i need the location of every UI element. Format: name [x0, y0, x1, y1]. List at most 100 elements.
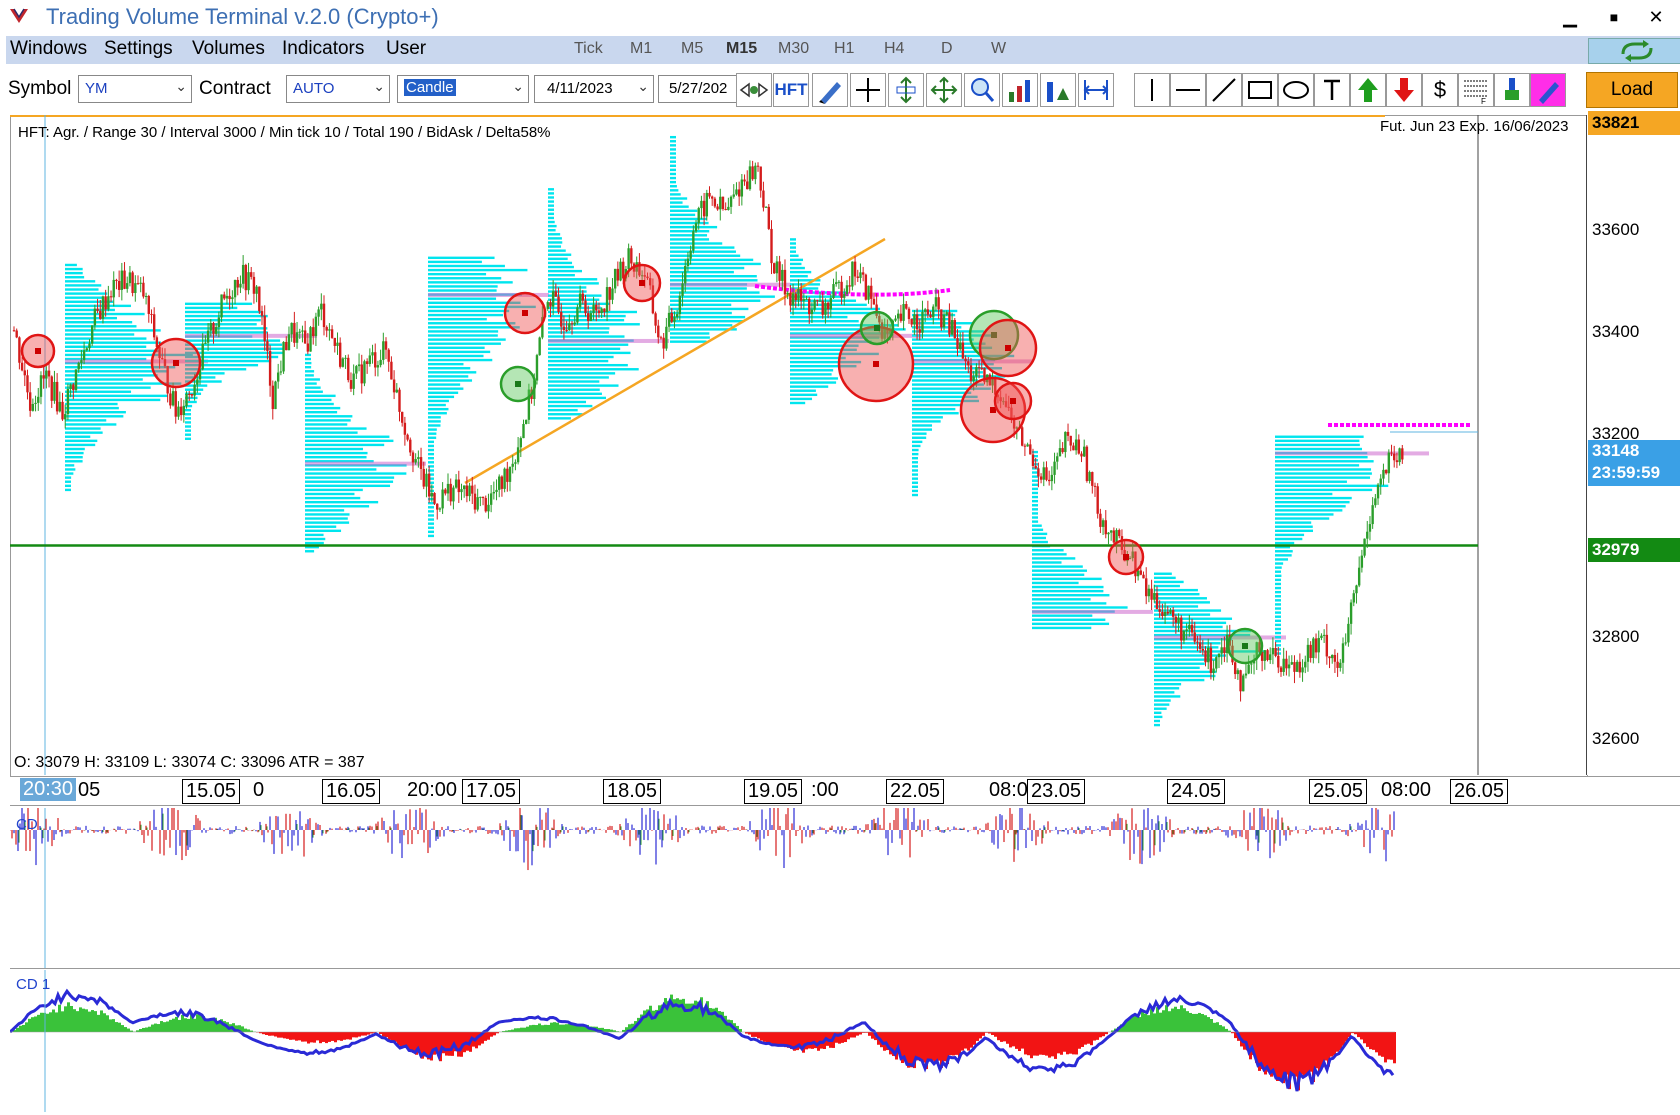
- symbol-select[interactable]: YM ⌄: [78, 75, 192, 103]
- profile-bar: [1275, 480, 1347, 483]
- candle-body: [851, 261, 854, 287]
- candle-body: [365, 361, 369, 364]
- profile-bar: [428, 281, 513, 284]
- candle-body: [446, 483, 450, 494]
- candle-body: [959, 342, 962, 350]
- timeframe-h1[interactable]: H1: [834, 40, 854, 58]
- move-button[interactable]: [926, 73, 962, 107]
- vertical-fit-button[interactable]: [888, 73, 924, 107]
- profile-bar: [1154, 695, 1181, 698]
- ellipse-button[interactable]: [1278, 73, 1314, 107]
- price-tick: 32800: [1592, 627, 1640, 646]
- candle-body: [379, 359, 382, 366]
- highlighter-button[interactable]: [1530, 73, 1566, 107]
- cd1-bar: [1144, 1013, 1147, 1032]
- timeframe-h4[interactable]: H4: [884, 40, 904, 58]
- fibonacci-button[interactable]: F: [1458, 73, 1494, 107]
- arrow-up-button[interactable]: [1350, 73, 1386, 107]
- price-chart-canvas[interactable]: [10, 115, 1586, 775]
- timeframe-d[interactable]: D: [941, 40, 953, 58]
- maximize-button[interactable]: ■: [1594, 4, 1634, 30]
- zoom-button[interactable]: [964, 73, 1000, 107]
- bar-profile-button[interactable]: [1002, 73, 1038, 107]
- profile-bar: [428, 534, 434, 538]
- cd1-panel-label: CD 1: [16, 976, 51, 993]
- profile-bar: [1154, 597, 1207, 600]
- candle-body: [64, 414, 67, 420]
- range-button[interactable]: [1078, 73, 1114, 107]
- poc-bar: [305, 461, 426, 466]
- brush-button[interactable]: [1494, 73, 1530, 107]
- menu-settings[interactable]: Settings: [104, 38, 173, 60]
- candle-body: [309, 327, 312, 352]
- candle-body: [169, 393, 172, 406]
- contract-select[interactable]: AUTO ⌄: [286, 75, 390, 103]
- candle-body: [1220, 647, 1223, 654]
- profile-bar: [790, 397, 813, 401]
- timeframe-w[interactable]: W: [991, 40, 1006, 58]
- cd1-bar: [52, 1009, 55, 1032]
- chart-type-select[interactable]: Candle ⌄: [397, 75, 529, 103]
- hft-button[interactable]: HFT: [773, 73, 809, 107]
- profile-bar: [65, 296, 103, 299]
- date-to-picker[interactable]: 5/27/202: [658, 75, 740, 103]
- profile-bar: [912, 424, 933, 427]
- close-button[interactable]: ✕: [1636, 4, 1676, 30]
- cd1-bar: [1222, 1026, 1225, 1032]
- profile-bar: [1154, 678, 1205, 682]
- profile-bar: [65, 402, 118, 406]
- profile-bar: [65, 455, 83, 459]
- profile-bar: [548, 241, 563, 244]
- candle-body: [287, 334, 291, 351]
- cd1-bar: [652, 1010, 655, 1032]
- profile-bar: [1032, 471, 1038, 474]
- candle-body: [1045, 467, 1048, 480]
- timeframe-m1[interactable]: M1: [630, 40, 652, 58]
- cd1-bar: [178, 1019, 181, 1032]
- profile-bar: [1154, 580, 1184, 584]
- profile-bar: [1032, 540, 1048, 544]
- timeframe-tick[interactable]: Tick: [574, 40, 603, 58]
- menu-indicators[interactable]: Indicators: [282, 38, 364, 60]
- profile-bar: [185, 421, 191, 424]
- arrow-down-button[interactable]: [1386, 73, 1422, 107]
- cd1-bar: [931, 1032, 934, 1061]
- pencil-button[interactable]: [812, 73, 848, 107]
- diagonal-line-button[interactable]: [1206, 73, 1242, 107]
- cd1-bar: [526, 1026, 529, 1032]
- timeframe-m5[interactable]: M5: [681, 40, 703, 58]
- profile-bar: [548, 257, 568, 261]
- candle-body: [23, 370, 26, 376]
- arrows-star-button[interactable]: [736, 73, 772, 107]
- minimize-button[interactable]: ▁: [1550, 4, 1590, 30]
- candle-body: [799, 289, 803, 301]
- dollar-button[interactable]: $: [1422, 73, 1458, 107]
- profile-bar: [670, 258, 754, 262]
- candle-body: [37, 396, 40, 403]
- date-from-picker[interactable]: 4/11/2023 ⌄: [534, 75, 654, 103]
- crosshair-button[interactable]: [850, 73, 886, 107]
- refresh-button[interactable]: [1588, 38, 1680, 64]
- text-button[interactable]: [1314, 73, 1350, 107]
- cd1-bar: [859, 1032, 862, 1035]
- cd1-bar: [952, 1032, 955, 1056]
- candle-body: [759, 166, 762, 191]
- horizontal-line-button[interactable]: [1170, 73, 1206, 107]
- candle-body: [303, 330, 307, 344]
- rectangle-button[interactable]: [1242, 73, 1278, 107]
- candle-body: [462, 485, 466, 490]
- menu-windows[interactable]: Windows: [10, 38, 87, 60]
- load-button[interactable]: Load: [1586, 72, 1678, 108]
- cd1-bar: [121, 1025, 124, 1032]
- cd1-bar: [532, 1024, 535, 1032]
- vertical-line-button[interactable]: [1134, 73, 1170, 107]
- candle-body: [295, 332, 299, 343]
- menu-user[interactable]: User: [386, 38, 426, 60]
- delta-button[interactable]: [1040, 73, 1076, 107]
- menu-volumes[interactable]: Volumes: [192, 38, 265, 60]
- candle-body: [870, 285, 873, 299]
- timeframe-m30[interactable]: M30: [778, 40, 809, 58]
- candle-body: [123, 270, 126, 289]
- candle-body: [419, 457, 423, 469]
- timeframe-m15[interactable]: M15: [726, 40, 757, 58]
